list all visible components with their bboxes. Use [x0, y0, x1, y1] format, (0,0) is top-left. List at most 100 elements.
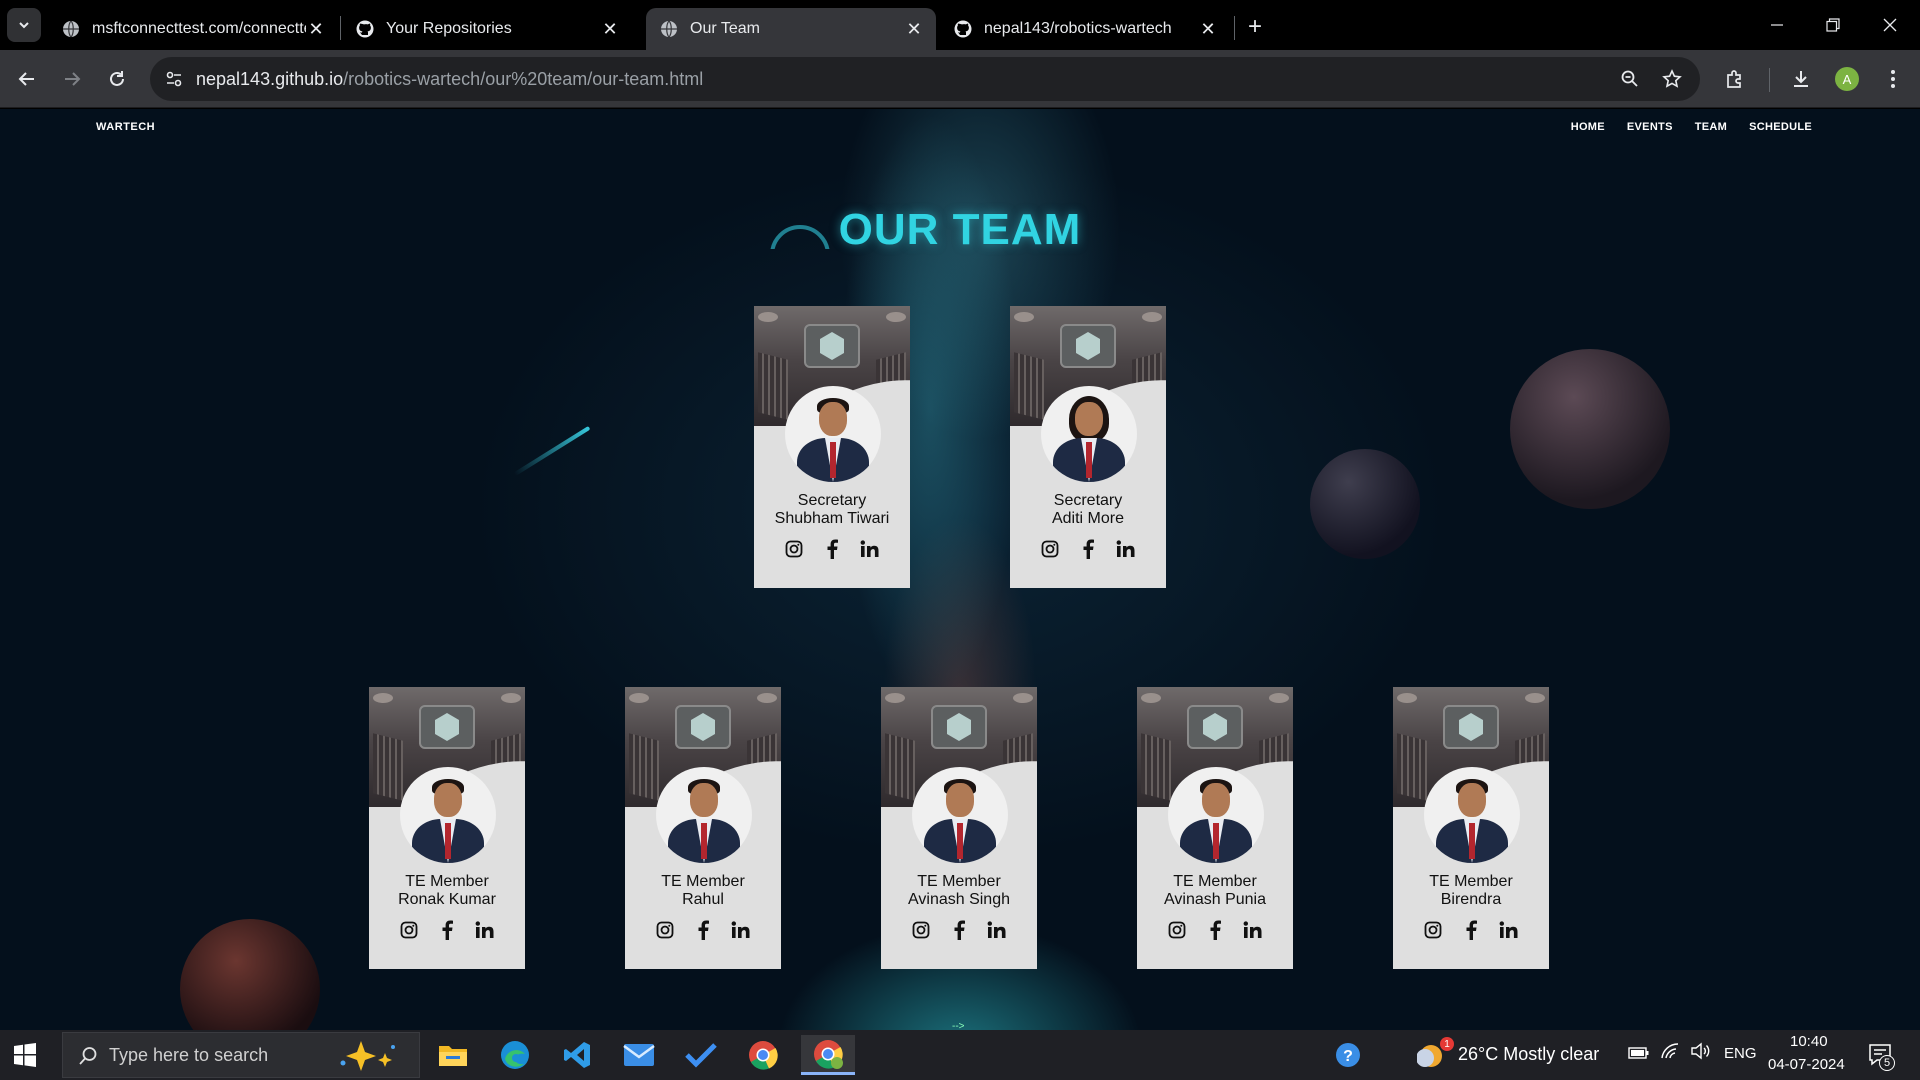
nav-events[interactable]: EVENTS — [1627, 121, 1673, 133]
tab-separator — [340, 16, 341, 40]
wifi-icon[interactable] — [1660, 1042, 1680, 1065]
chrome-app[interactable] — [739, 1035, 787, 1075]
instagram-icon[interactable] — [1423, 919, 1443, 941]
tab-2[interactable]: Our Team ✕ — [646, 8, 936, 50]
battery-icon[interactable] — [1628, 1044, 1650, 1065]
taskbar-search[interactable]: Type here to search — [62, 1032, 420, 1078]
bookmark-button[interactable] — [1658, 65, 1686, 93]
instagram-icon[interactable] — [399, 919, 419, 941]
extensions-button[interactable] — [1718, 62, 1752, 96]
clock-time[interactable]: 10:40 — [1790, 1033, 1828, 1050]
help-app[interactable]: ? — [1326, 1035, 1370, 1075]
notification-count: 5 — [1879, 1055, 1895, 1071]
nav-home[interactable]: HOME — [1571, 121, 1605, 133]
team-card: TE Member Rahul — [625, 687, 781, 969]
url-path: /robotics-wartech/our%20team/our-team.ht… — [343, 69, 704, 89]
tab-close-button[interactable]: ✕ — [306, 19, 326, 39]
restore-button[interactable] — [1810, 8, 1856, 42]
team-card: TE Member Ronak Kumar — [369, 687, 525, 969]
facebook-icon[interactable] — [693, 919, 713, 941]
start-button[interactable] — [10, 1040, 40, 1070]
volume-icon[interactable] — [1690, 1042, 1712, 1065]
checkmark-icon — [685, 1043, 717, 1068]
linkedin-icon[interactable] — [1499, 919, 1519, 941]
forward-button[interactable] — [55, 62, 89, 96]
profile-avatar: A — [1835, 67, 1859, 91]
site-nav: HOME EVENTS TEAM SCHEDULE — [1549, 121, 1812, 133]
tune-icon — [166, 71, 182, 87]
weather-widget[interactable]: 1 — [1410, 1035, 1456, 1075]
reload-button[interactable] — [100, 62, 134, 96]
team-card: TE Member Birendra — [1393, 687, 1549, 969]
facebook-icon[interactable] — [822, 538, 842, 560]
tab-close-button[interactable]: ✕ — [904, 19, 924, 39]
scroll-hint: --> — [952, 1021, 965, 1030]
facebook-icon[interactable] — [437, 919, 457, 941]
site-logo[interactable]: WARTECH — [96, 121, 155, 133]
todo-app[interactable] — [677, 1035, 725, 1075]
url-text: nepal143.github.io/robotics-wartech/our%… — [196, 69, 703, 90]
nav-schedule[interactable]: SCHEDULE — [1749, 121, 1812, 133]
file-explorer-app[interactable] — [429, 1035, 477, 1075]
linkedin-icon[interactable] — [860, 538, 880, 560]
social-links — [1393, 919, 1549, 941]
facebook-icon[interactable] — [949, 919, 969, 941]
chrome-profile-app[interactable] — [801, 1035, 855, 1075]
nav-team[interactable]: TEAM — [1695, 121, 1727, 133]
new-tab-button[interactable]: + — [1240, 12, 1270, 42]
tab-title: Your Repositories — [386, 20, 512, 37]
address-bar[interactable]: nepal143.github.io/robotics-wartech/our%… — [150, 57, 1700, 101]
mail-icon — [623, 1044, 655, 1066]
chrome-profile-icon — [814, 1039, 843, 1069]
close-window-button[interactable] — [1867, 8, 1913, 42]
toolbar-divider — [1769, 68, 1770, 92]
team-card: TE Member Avinash Punia — [1137, 687, 1293, 969]
linkedin-icon[interactable] — [1116, 538, 1136, 560]
downloads-button[interactable] — [1784, 62, 1818, 96]
search-icon — [79, 1047, 97, 1065]
tab-separator — [1234, 16, 1235, 40]
weather-text[interactable]: 26°C Mostly clear — [1458, 1044, 1599, 1065]
browser-menu-button[interactable] — [1876, 62, 1910, 96]
member-name: Aditi More — [1051, 510, 1125, 527]
instagram-icon[interactable] — [1040, 538, 1060, 560]
linkedin-icon[interactable] — [1243, 919, 1263, 941]
profile-button[interactable]: A — [1830, 62, 1864, 96]
member-photo — [912, 767, 1008, 863]
tab-close-button[interactable]: ✕ — [1198, 19, 1218, 39]
language-indicator[interactable]: ENG — [1724, 1045, 1757, 1062]
instagram-icon[interactable] — [1167, 919, 1187, 941]
instagram-icon[interactable] — [784, 538, 804, 560]
vscode-app[interactable] — [553, 1035, 601, 1075]
facebook-icon[interactable] — [1461, 919, 1481, 941]
clock-date[interactable]: 04-07-2024 — [1768, 1056, 1845, 1073]
page-viewport: WARTECH HOME EVENTS TEAM SCHEDULE OUR TE… — [0, 109, 1920, 1030]
tab-close-button[interactable]: ✕ — [600, 19, 620, 39]
tab-3[interactable]: nepal143/robotics-wartech ✕ — [940, 8, 1230, 50]
facebook-icon[interactable] — [1078, 538, 1098, 560]
more-vertical-icon — [1891, 70, 1895, 88]
minimize-button[interactable] — [1754, 8, 1800, 42]
linkedin-icon[interactable] — [987, 919, 1007, 941]
reload-icon — [110, 71, 124, 86]
instagram-icon[interactable] — [911, 919, 931, 941]
tab-title: msftconnecttest.com/connectte — [92, 20, 306, 37]
instagram-icon[interactable] — [655, 919, 675, 941]
facebook-icon[interactable] — [1205, 919, 1225, 941]
meteor-decoration — [513, 425, 591, 477]
tab-search-button[interactable] — [7, 8, 41, 42]
social-links — [754, 538, 910, 560]
linkedin-icon[interactable] — [475, 919, 495, 941]
member-role: Secretary — [1053, 492, 1123, 509]
site-info-button[interactable] — [160, 65, 188, 93]
member-photo — [785, 386, 881, 482]
github-icon — [356, 20, 374, 38]
team-card: Secretary Aditi More — [1010, 306, 1166, 588]
zoom-button[interactable] — [1616, 65, 1644, 93]
tab-0[interactable]: msftconnecttest.com/connectte ✕ — [48, 8, 338, 50]
tab-1[interactable]: Your Repositories ✕ — [342, 8, 632, 50]
edge-app[interactable] — [491, 1035, 539, 1075]
linkedin-icon[interactable] — [731, 919, 751, 941]
mail-app[interactable] — [615, 1035, 663, 1075]
back-button[interactable] — [10, 62, 44, 96]
